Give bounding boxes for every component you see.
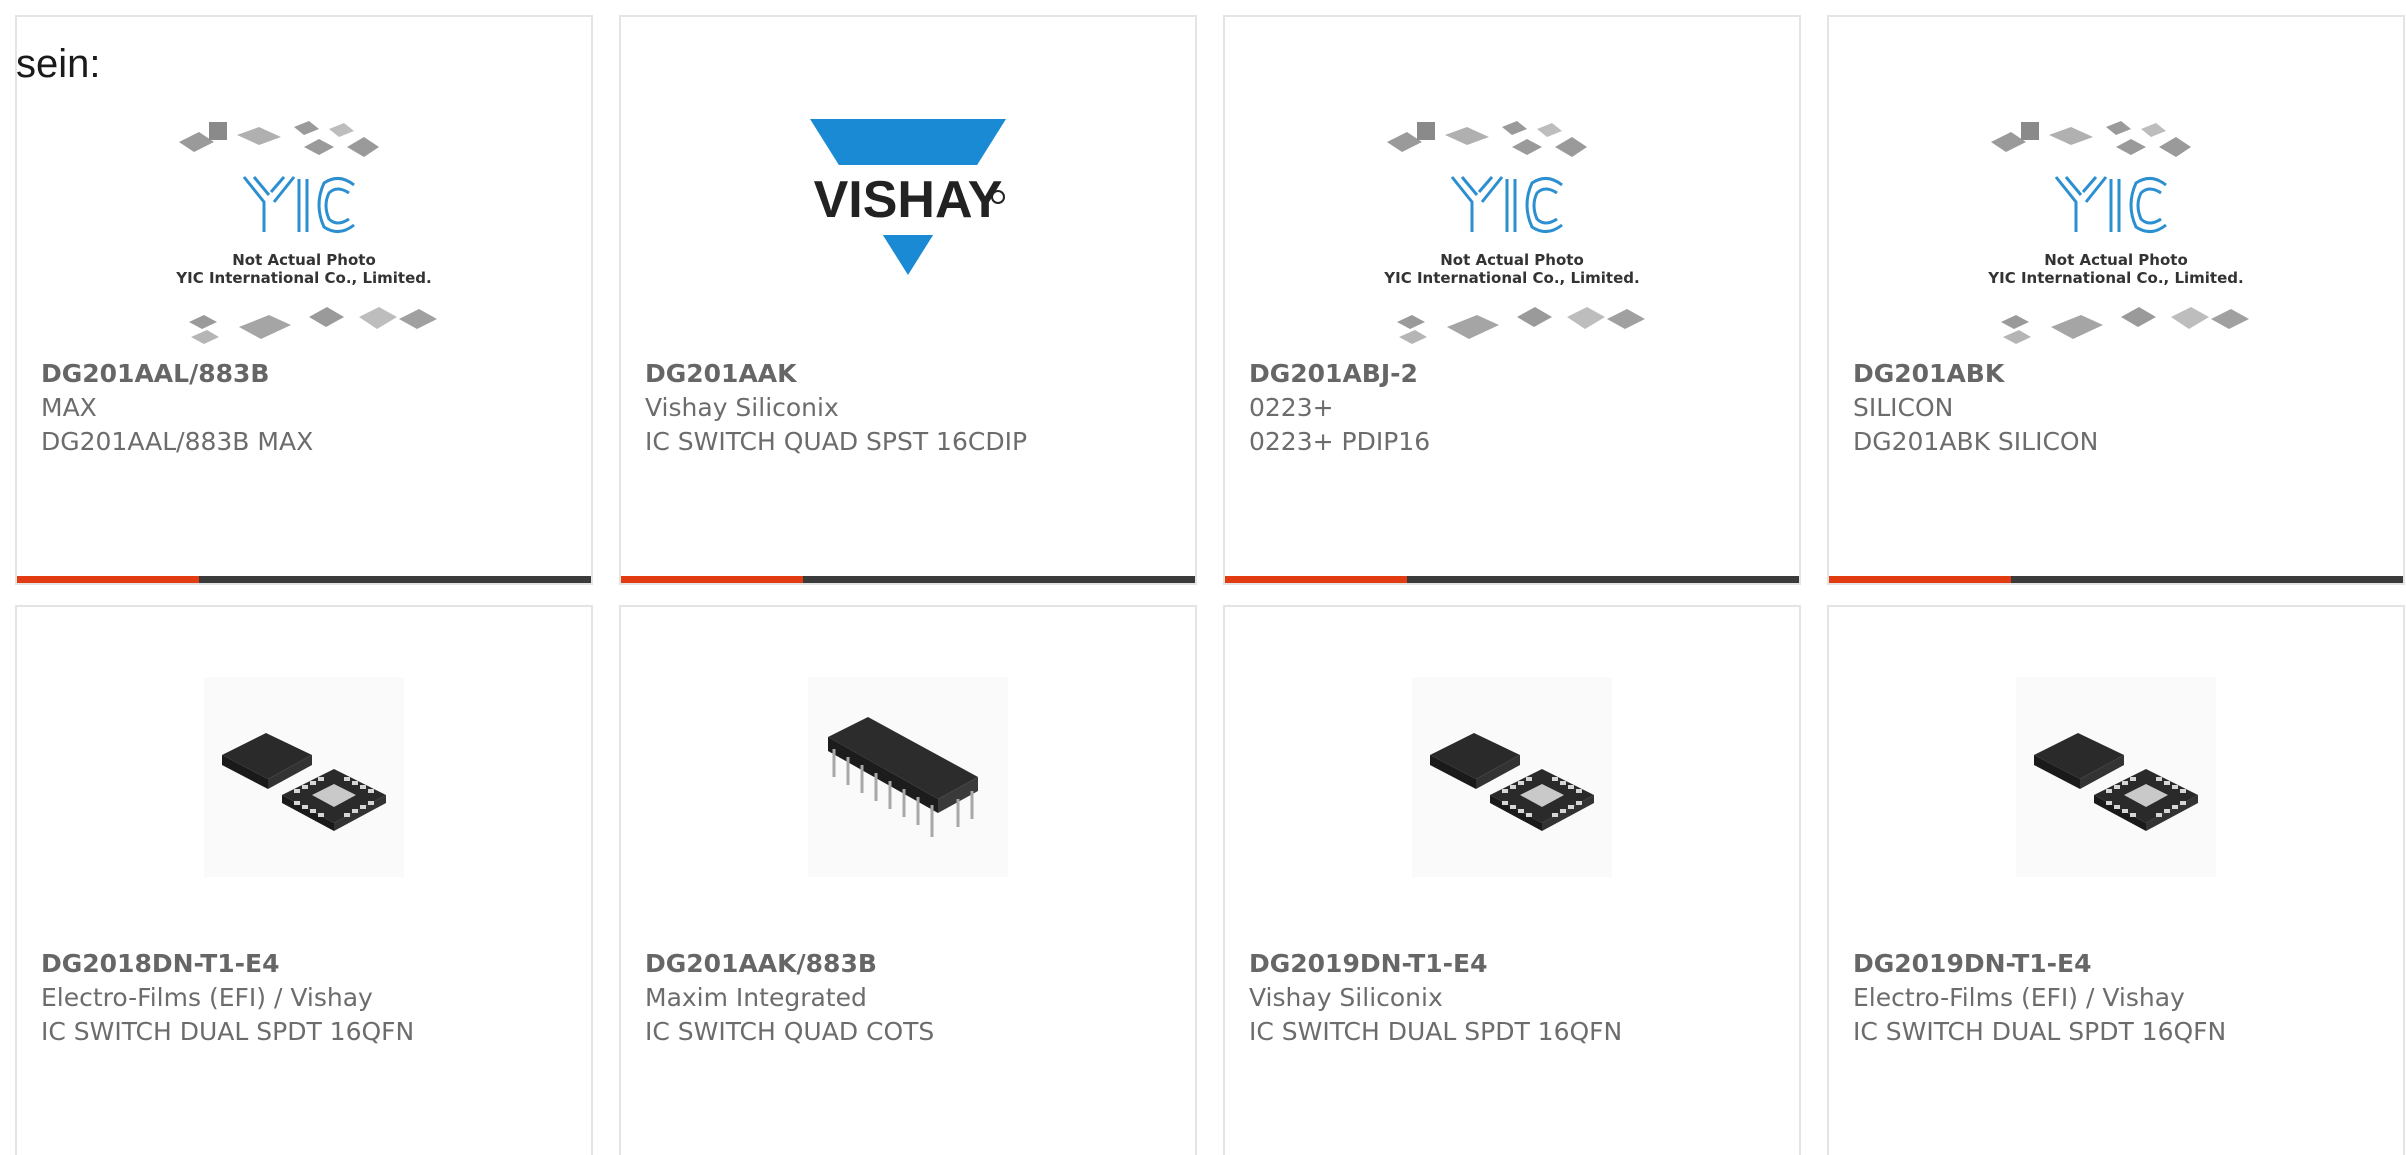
product-grid: sein: Not Actual Photo YIC International… — [0, 0, 2406, 1155]
product-card[interactable]: Not Actual Photo YIC International Co., … — [15, 15, 593, 585]
svg-text:YIC International Co., Limited: YIC International Co., Limited. — [1383, 269, 1639, 287]
manufacturer: Maxim Integrated — [645, 983, 867, 1012]
qfn-chip-image — [1225, 677, 1799, 877]
part-number[interactable]: DG201AAK/883B — [645, 947, 1183, 981]
part-number[interactable]: DG201AAK — [645, 357, 1183, 391]
card-bottom-bar — [1829, 576, 2403, 583]
vishay-logo: VISHAY — [621, 107, 1195, 297]
description: IC SWITCH DUAL SPDT 16QFN — [41, 1017, 415, 1046]
svg-text:YIC International Co., Limited: YIC International Co., Limited. — [175, 269, 431, 287]
yic-placeholder-image: Not Actual Photo YIC International Co., … — [17, 107, 591, 367]
manufacturer: Vishay Siliconix — [645, 393, 839, 422]
manufacturer: SILICON — [1853, 393, 1954, 422]
qfn-chip-image — [17, 677, 591, 877]
part-number[interactable]: DG201ABJ-2 — [1249, 357, 1787, 391]
product-card[interactable]: DG2019DN-T1-E4 Vishay Siliconix IC SWITC… — [1223, 605, 1801, 1155]
manufacturer: MAX — [41, 393, 97, 422]
part-number[interactable]: DG2019DN-T1-E4 — [1853, 947, 2391, 981]
dip-chip-image — [621, 677, 1195, 877]
card-bottom-bar — [1225, 576, 1799, 583]
part-number[interactable]: DG2019DN-T1-E4 — [1249, 947, 1787, 981]
part-number[interactable]: DG201ABK — [1853, 357, 2391, 391]
svg-text:VISHAY: VISHAY — [814, 171, 1003, 229]
description: DG201ABK SILICON — [1853, 427, 2099, 456]
product-card[interactable]: DG201AAK/883B Maxim Integrated IC SWITCH… — [619, 605, 1197, 1155]
description: IC SWITCH QUAD COTS — [645, 1017, 935, 1046]
part-number[interactable]: DG2018DN-T1-E4 — [41, 947, 579, 981]
manufacturer: Electro-Films (EFI) / Vishay — [41, 983, 373, 1012]
description: IC SWITCH DUAL SPDT 16QFN — [1853, 1017, 2227, 1046]
product-card[interactable]: Not Actual Photo YIC International Co., … — [1223, 15, 1801, 585]
product-card[interactable]: DG2019DN-T1-E4 Electro-Films (EFI) / Vis… — [1827, 605, 2405, 1155]
product-card[interactable]: Not Actual Photo YIC International Co., … — [1827, 15, 2405, 585]
manufacturer: 0223+ — [1249, 393, 1334, 422]
description: IC SWITCH DUAL SPDT 16QFN — [1249, 1017, 1623, 1046]
card-bottom-bar — [621, 576, 1195, 583]
part-number[interactable]: DG201AAL/883B — [41, 357, 579, 391]
manufacturer: Vishay Siliconix — [1249, 983, 1443, 1012]
description: DG201AAL/883B MAX — [41, 427, 314, 456]
svg-text:Not Actual Photo: Not Actual Photo — [2044, 251, 2188, 269]
svg-text:Not Actual Photo: Not Actual Photo — [1440, 251, 1584, 269]
qfn-chip-image — [1829, 677, 2403, 877]
card-bottom-bar — [17, 576, 591, 583]
svg-text:Not Actual Photo: Not Actual Photo — [232, 251, 376, 269]
product-card[interactable]: DG2018DN-T1-E4 Electro-Films (EFI) / Vis… — [15, 605, 593, 1155]
yic-placeholder-image: Not Actual Photo YIC International Co., … — [1225, 107, 1799, 367]
svg-text:YIC International Co., Limited: YIC International Co., Limited. — [1987, 269, 2243, 287]
manufacturer: Electro-Films (EFI) / Vishay — [1853, 983, 2185, 1012]
yic-placeholder-image: Not Actual Photo YIC International Co., … — [1829, 107, 2403, 367]
product-card[interactable]: VISHAY DG201AAK Vishay Siliconix IC SWIT… — [619, 15, 1197, 585]
description: 0223+ PDIP16 — [1249, 427, 1431, 456]
intro-text: sein: — [16, 42, 101, 86]
description: IC SWITCH QUAD SPST 16CDIP — [645, 427, 1028, 456]
